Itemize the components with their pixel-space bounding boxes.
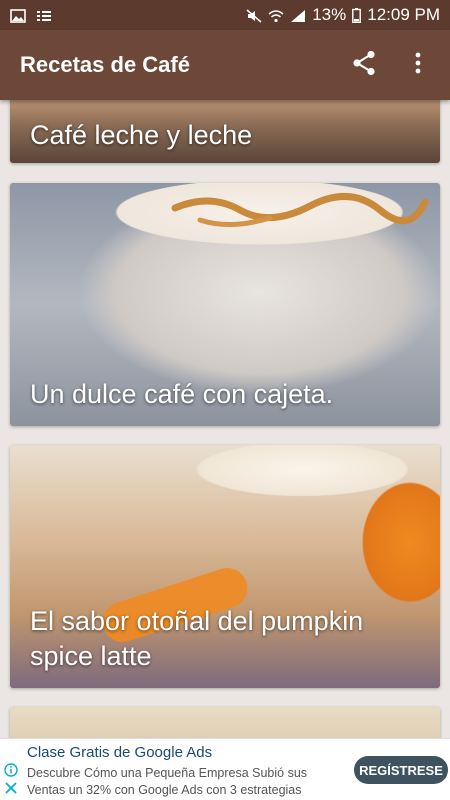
close-icon[interactable] [4, 781, 18, 795]
recipe-card[interactable]: Café leche y leche [10, 100, 440, 163]
image-icon [10, 8, 26, 23]
clock: 12:09 PM [367, 5, 440, 24]
app-title: Recetas de Café [20, 52, 190, 77]
recipe-image [10, 707, 440, 738]
more-vert-icon [415, 52, 421, 79]
ad-banner[interactable]: Clase Gratis de Google Ads Descubre Cómo… [0, 738, 450, 800]
app-bar: Recetas de Café [0, 30, 450, 100]
recipe-card[interactable]: Un dulce café con cajeta. [10, 183, 440, 426]
share-icon [352, 50, 376, 81]
ad-description-text: Descubre Cómo una Pequeña Empresa Subió … [27, 766, 308, 797]
notes-icon [36, 8, 52, 22]
signal-icon [290, 8, 306, 22]
mute-icon [246, 8, 262, 23]
more-options-button[interactable] [404, 51, 432, 79]
wifi-icon [268, 8, 284, 23]
register-button[interactable]: REGÍSTRESE [354, 756, 448, 784]
recipe-card[interactable] [10, 707, 440, 738]
recipe-card[interactable]: El sabor otoñal del pumpkin spice latte [10, 445, 440, 688]
battery-icon [352, 8, 362, 24]
info-icon[interactable] [4, 763, 18, 777]
status-bar: 13% 12:09 PM [0, 0, 450, 30]
recipe-title: Café leche y leche [30, 120, 253, 150]
recipe-list[interactable]: Café leche y leche Un dulce café con caj… [0, 100, 450, 738]
recipe-title: El sabor otoñal del pumpkin spice latte [30, 606, 364, 671]
recipe-title: Un dulce café con cajeta. [30, 379, 334, 409]
ad-description: Descubre Cómo una Pequeña Empresa Subió … [27, 765, 347, 800]
ad-title[interactable]: Clase Gratis de Google Ads [27, 744, 212, 761]
battery-percent: 13% [312, 5, 347, 24]
share-button[interactable] [350, 50, 378, 81]
